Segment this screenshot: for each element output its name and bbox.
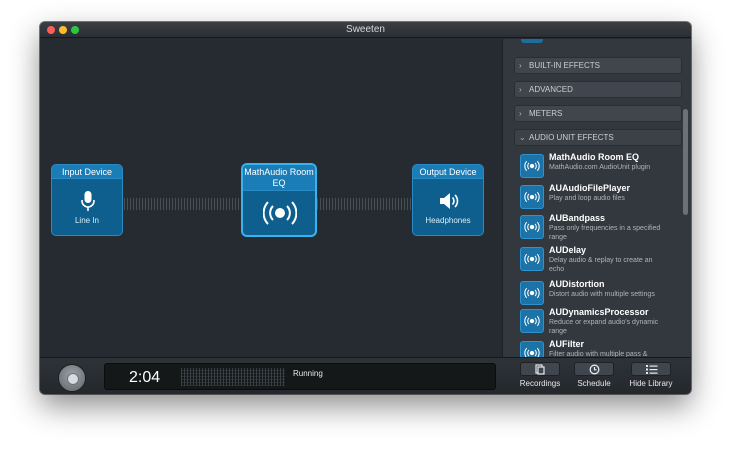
broadcast-icon [520,154,544,178]
record-button[interactable] [58,364,86,392]
section-label: AUDIO UNIT EFFECTS [529,133,614,142]
effect-name: AUDynamicsProcessor [549,307,649,317]
chevron-down-icon: ⌄ [519,133,526,142]
broadcast-icon [520,309,544,333]
broadcast-icon [520,215,544,239]
node-title: Input Device [52,165,122,179]
node-label: Line In [74,216,100,225]
transport-bar: 2:04 Running Recordings Schedule Hide Li… [40,357,691,394]
recordings-icon [535,364,545,375]
effect-node-room-eq[interactable]: MathAudio Room EQ [241,163,317,237]
chevron-right-icon: › [519,61,522,70]
section-built-in-effects[interactable]: › BUILT-IN EFFECTS [514,57,682,74]
effect-item[interactable]: AUBandpass Pass only frequencies in a sp… [520,213,670,243]
effect-name: AUFilter [549,339,585,349]
effect-name: MathAudio Room EQ [549,152,639,162]
node-label: Headphones [425,216,471,225]
broadcast-icon [520,185,544,209]
effect-item[interactable]: AUDelay Delay audio & replay to create a… [520,245,670,275]
signal-chain-canvas: Input Device Line In MathAudio Room EQ O… [40,39,502,374]
effect-description: MathAudio.com AudioUnit plugin [549,164,651,171]
status-display: 2:04 Running [104,363,496,390]
speaker-icon [440,193,459,209]
vertical-scrollbar[interactable] [683,109,688,215]
broadcast-icon [520,247,544,271]
elapsed-time: 2:04 [129,369,161,386]
schedule-button[interactable]: Schedule [571,362,617,392]
node-title: MathAudio Room EQ [243,165,315,191]
section-label: ADVANCED [529,85,573,94]
effect-name: AUAudioFilePlayer [549,183,631,193]
effect-description: Pass only frequencies in a specified ran… [549,225,661,241]
status-text: Running [293,369,323,378]
section-audio-unit-effects[interactable]: ⌄ AUDIO UNIT EFFECTS [514,129,682,146]
recordings-button[interactable]: Recordings [518,362,562,392]
section-meters[interactable]: › METERS [514,105,682,122]
effect-description: Play and loop audio files [549,195,625,202]
effect-description: Reduce or expand audio's dynamic range [549,319,659,335]
effect-name: AUDelay [549,245,587,255]
section-label: BUILT-IN EFFECTS [529,61,600,70]
window-title: Sweeten [346,24,385,35]
level-meter [181,368,285,386]
chevron-right-icon: › [519,85,522,94]
audio-cable [317,198,412,210]
schedule-label: Schedule [577,379,611,388]
effects-library-panel: › BUILT-IN EFFECTS › ADVANCED › METERS ⌄ AUD… [502,39,691,374]
microphone-icon [81,191,95,211]
clock-icon [589,364,600,375]
effect-description: Delay audio & replay to create an echo [549,257,653,273]
effect-description: Distort audio with multiple settings [549,291,655,298]
effect-item[interactable]: AUDistortion Distort audio with multiple… [520,279,670,309]
effect-item[interactable]: AUDynamicsProcessor Reduce or expand aud… [520,307,670,337]
effect-name: AUDistortion [549,279,605,289]
output-device-node[interactable]: Output Device Headphones [412,164,484,236]
recordings-label: Recordings [519,379,561,388]
effect-item[interactable]: AUAudioFilePlayer Play and loop audio fi… [520,183,670,213]
broadcast-icon [263,201,297,225]
effect-item[interactable]: MathAudio Room EQ MathAudio.com AudioUni… [520,152,670,182]
app-window: Sweeten Input Device Line In MathAudio R… [40,22,691,394]
chevron-right-icon: › [519,109,522,118]
title-bar: Sweeten [40,22,691,38]
effect-name: AUBandpass [549,213,606,223]
audio-cable [124,198,242,210]
hide-library-label: Hide Library [629,379,673,388]
node-title: Output Device [413,165,483,179]
section-label: METERS [529,109,563,118]
list-icon [646,365,658,374]
effect-icon [521,39,543,43]
section-advanced[interactable]: › ADVANCED [514,81,682,98]
hide-library-button[interactable]: Hide Library [626,362,676,392]
input-device-node[interactable]: Input Device Line In [51,164,123,236]
broadcast-icon [520,281,544,305]
